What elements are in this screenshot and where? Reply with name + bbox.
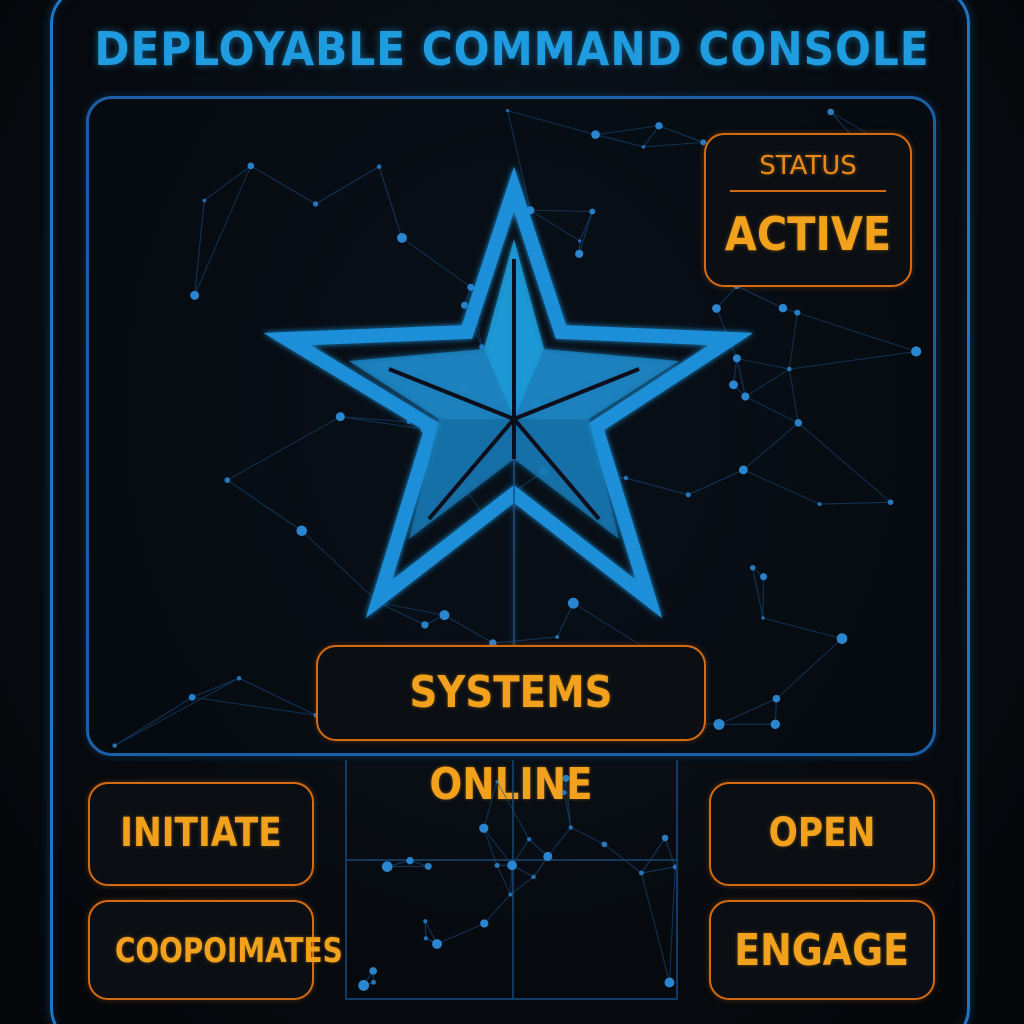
network-node	[480, 919, 489, 928]
minimap-network	[347, 760, 676, 998]
network-node	[424, 862, 432, 870]
network-link	[640, 837, 666, 874]
network-node	[371, 979, 376, 985]
network-node	[527, 837, 532, 842]
network-node	[479, 823, 489, 833]
network-node	[664, 977, 675, 988]
initiate-button-label: INITIATE	[120, 810, 282, 856]
network-node	[568, 825, 573, 830]
coordinates-button[interactable]: COOPOIMATES	[88, 900, 343, 1000]
network-node	[562, 774, 570, 782]
network-link	[436, 922, 485, 945]
status-label: STATUS	[759, 151, 857, 181]
console-title: DEPLOYABLE COMMAND CONSOLE	[94, 22, 930, 76]
network-link	[483, 781, 498, 829]
network-node	[358, 980, 370, 991]
status-value: ACTIVE	[724, 207, 892, 261]
network-link	[510, 876, 534, 895]
network-node	[531, 874, 536, 880]
network-node	[601, 841, 608, 848]
network-node	[495, 779, 499, 784]
network-link	[547, 827, 572, 857]
network-node	[638, 870, 644, 876]
network-link	[668, 866, 676, 983]
network-node	[507, 860, 517, 871]
network-link	[664, 837, 676, 868]
initiate-button[interactable]: INITIATE	[88, 782, 314, 886]
network-node	[672, 864, 676, 870]
coordinates-button-label: COOPOIMATES	[114, 931, 343, 971]
minimap	[345, 760, 678, 1000]
systems-online-banner: SYSTEMS ONLINE	[316, 645, 706, 810]
network-link	[641, 866, 676, 874]
network-link	[424, 921, 427, 939]
network-node	[406, 856, 414, 865]
network-node	[508, 892, 513, 897]
status-panel: STATUS ACTIVE	[704, 133, 912, 287]
network-node	[494, 862, 500, 868]
engage-button-label: ENGAGE	[734, 925, 910, 976]
network-node	[423, 936, 428, 941]
network-node	[543, 851, 553, 861]
open-link-button[interactable]: OPEN LINK	[709, 782, 935, 954]
network-link	[496, 865, 511, 895]
engage-button[interactable]: ENGAGE	[709, 900, 935, 1000]
network-link	[604, 844, 642, 874]
network-node	[369, 967, 378, 975]
network-link	[483, 894, 511, 924]
network-node	[561, 790, 567, 796]
network-node	[661, 834, 669, 842]
command-console-screen: DEPLOYABLE COMMAND CONSOLE STATUS ACTIVE…	[0, 0, 1024, 1024]
status-divider	[730, 190, 886, 192]
network-node	[381, 861, 393, 872]
network-node	[423, 919, 428, 924]
network-node	[432, 939, 442, 949]
network-link	[570, 826, 605, 845]
network-link	[640, 872, 670, 983]
